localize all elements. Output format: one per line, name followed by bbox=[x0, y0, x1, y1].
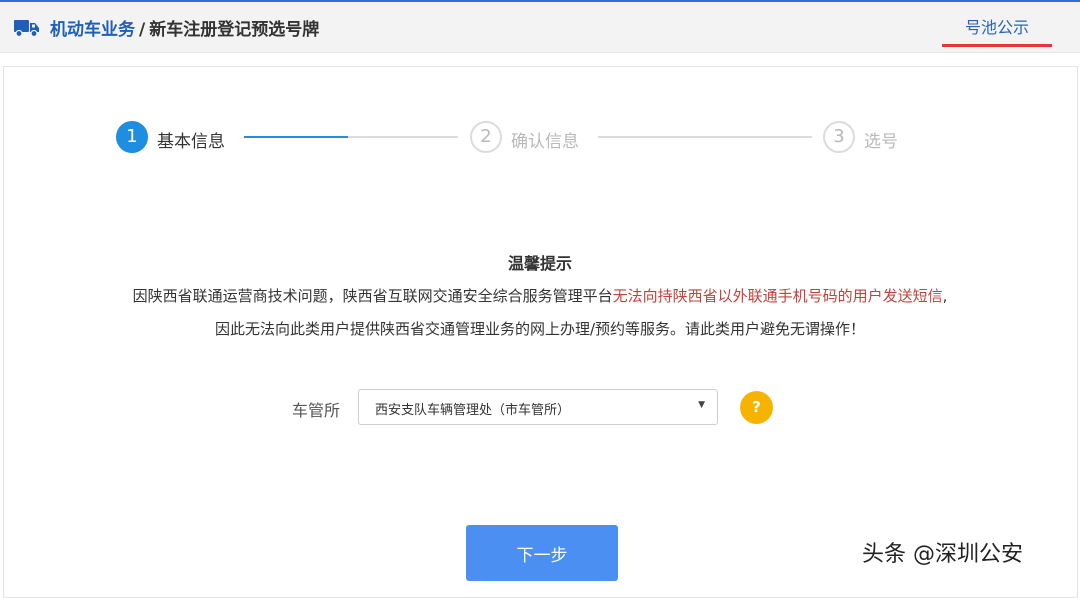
number-pool-notice-link[interactable]: 号池公示 bbox=[942, 14, 1052, 48]
step-1-label: 基本信息 bbox=[157, 132, 225, 152]
breadcrumb-current-page: 新车注册登记预选号牌 bbox=[149, 20, 320, 40]
next-step-button[interactable]: 下一步 bbox=[466, 525, 618, 581]
breadcrumb: 机动车业务 / 新车注册登记预选号牌 bbox=[50, 15, 319, 40]
page-header: 机动车业务 / 新车注册登记预选号牌 号池公示 bbox=[0, 2, 1080, 53]
step-2-label: 确认信息 bbox=[511, 132, 579, 152]
notice-line-1: 因陕西省联通运营商技术问题，陕西省互联网交通安全综合服务管理平台无法向持陕西省以… bbox=[0, 285, 1080, 306]
step-3-circle: 3 bbox=[823, 121, 855, 153]
step-1-circle: 1 bbox=[116, 121, 148, 153]
step-3-label: 选号 bbox=[864, 132, 898, 152]
truck-icon bbox=[14, 20, 39, 37]
watermark: 头条 @深圳公安 bbox=[862, 542, 1023, 567]
notice-warning-text: 无法向持陕西省以外联通手机号码的用户发送短信 bbox=[612, 287, 943, 305]
step-2-circle: 2 bbox=[470, 121, 502, 153]
breadcrumb-separator: / bbox=[139, 20, 146, 40]
notice-line-1-prefix: 因陕西省联通运营商技术问题，陕西省互联网交通安全综合服务管理平台 bbox=[132, 287, 613, 305]
step-connector-2 bbox=[598, 136, 812, 138]
chevron-down-icon: ▼ bbox=[698, 400, 705, 410]
vehicle-office-select[interactable]: 西安支队车辆管理处（市车管所） ▼ bbox=[358, 389, 718, 425]
notice-line-1-suffix: , bbox=[942, 287, 948, 305]
step-progress-fill bbox=[244, 136, 348, 138]
notice-title: 温馨提示 bbox=[507, 254, 572, 273]
breadcrumb-vehicle-business[interactable]: 机动车业务 bbox=[50, 20, 135, 40]
pool-link-underline bbox=[942, 44, 1052, 47]
help-icon[interactable]: ? bbox=[740, 391, 773, 424]
notice-line-2: 因此无法向此类用户提供陕西省交通管理业务的网上办理/预约等服务。请此类用户避免无… bbox=[214, 320, 866, 338]
vehicle-office-selected-value: 西安支队车辆管理处（市车管所） bbox=[375, 403, 571, 418]
vehicle-office-label: 车管所 bbox=[292, 401, 341, 420]
